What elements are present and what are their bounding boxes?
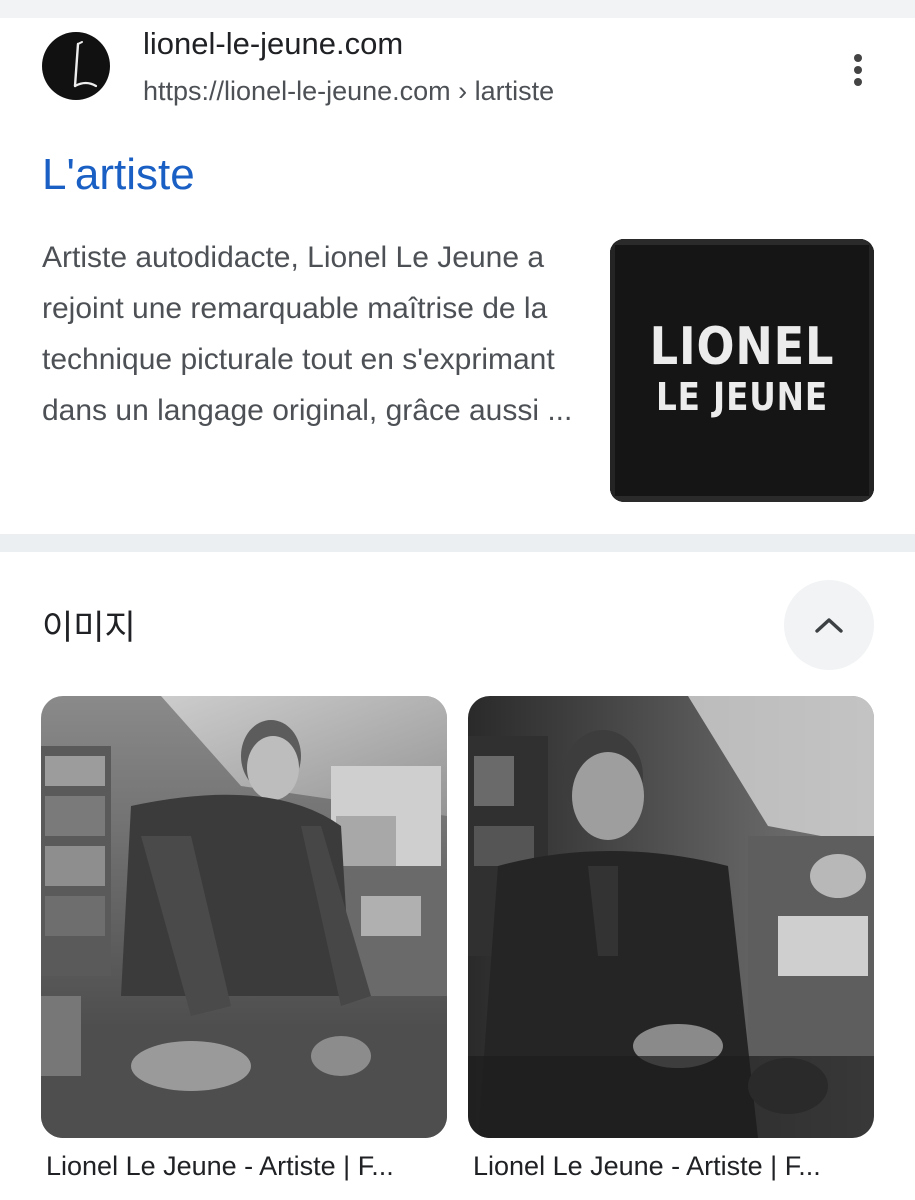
image-caption-2[interactable]: Lionel Le Jeune - Artiste | F... (473, 1151, 871, 1182)
thumbnail-logo-text: LIONEL LE JEUNE (610, 319, 874, 419)
image-result-1[interactable] (41, 696, 447, 1138)
chevron-up-icon (815, 618, 843, 633)
result-thumbnail[interactable]: LIONEL LE JEUNE (610, 239, 874, 502)
image-result-2[interactable] (468, 696, 874, 1138)
site-url[interactable]: https://lionel-le-jeune.com › lartiste (143, 76, 554, 107)
image-caption-1[interactable]: Lionel Le Jeune - Artiste | F... (46, 1151, 444, 1182)
thumbnail-line-1: LIONEL (649, 317, 835, 377)
collapse-button[interactable] (784, 580, 874, 670)
thumbnail-line-2: LE JEUNE (655, 375, 829, 419)
artist-logo-icon (43, 33, 109, 99)
images-section: 이미지 Lionel Le Jeune - Artiste | F... Lio… (0, 552, 915, 1200)
images-heading: 이미지 (42, 609, 136, 647)
artist-photo-2 (468, 696, 874, 1138)
top-strip (0, 0, 915, 18)
result-title-link[interactable]: L'artiste (42, 150, 195, 200)
result-snippet: Artiste autodidacte, Lionel Le Jeune a r… (42, 241, 573, 427)
site-favicon[interactable] (42, 32, 110, 100)
more-options-button[interactable] (838, 46, 878, 94)
search-result-card: lionel-le-jeune.com https://lionel-le-je… (0, 18, 915, 534)
artist-photo-1 (41, 696, 447, 1138)
section-divider (0, 534, 915, 552)
site-name[interactable]: lionel-le-jeune.com (143, 26, 403, 62)
more-vert-icon (854, 54, 862, 86)
